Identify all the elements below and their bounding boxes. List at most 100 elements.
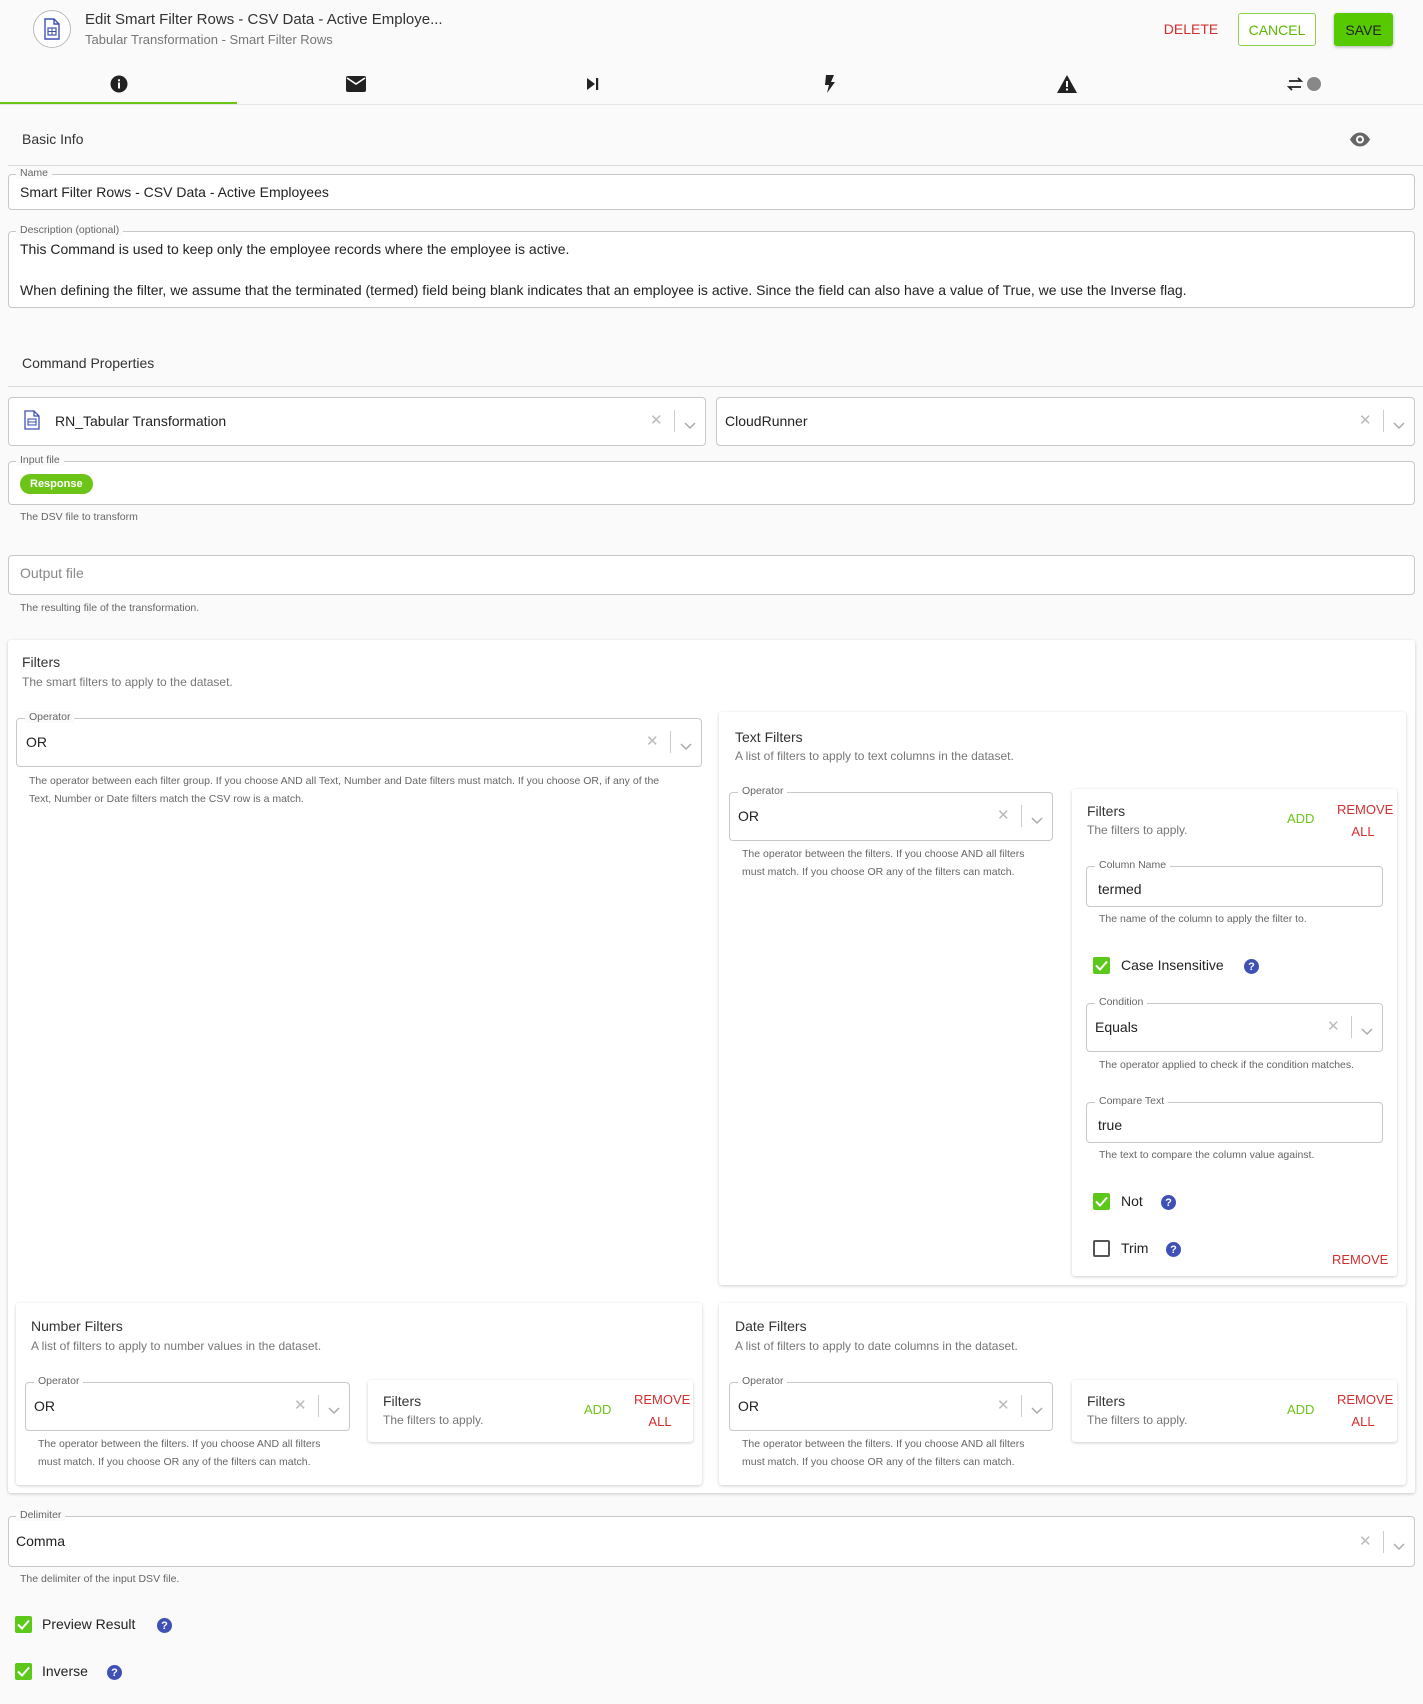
runner-value: CloudRunner xyxy=(725,413,808,429)
preview-result-label: Preview Result xyxy=(42,1616,136,1632)
add-filter-button[interactable]: ADD xyxy=(1287,811,1314,826)
clear-icon[interactable]: ✕ xyxy=(1359,411,1372,429)
chevron-down-icon[interactable] xyxy=(328,1402,340,1420)
operator-helper: The operator between the filters. If you… xyxy=(38,1438,321,1450)
clear-icon[interactable]: ✕ xyxy=(294,1396,307,1414)
operator-label: Operator xyxy=(34,1375,84,1387)
clear-icon[interactable]: ✕ xyxy=(1359,1532,1372,1550)
not-label: Not xyxy=(1121,1193,1143,1209)
operator-helper: must match. If you choose OR any of the … xyxy=(742,1456,1015,1468)
add-filter-button[interactable]: ADD xyxy=(1287,1402,1314,1417)
description-label: Description (optional) xyxy=(16,224,124,236)
chevron-down-icon[interactable] xyxy=(1031,812,1043,830)
filters-operator-select[interactable] xyxy=(16,718,702,767)
select-separator xyxy=(1021,805,1022,827)
remove-all-label: REMOVE xyxy=(1337,802,1394,817)
number-filters-title: Number Filters xyxy=(31,1318,123,1334)
delimiter-select[interactable] xyxy=(8,1516,1415,1567)
delete-button[interactable]: DELETE xyxy=(1160,14,1222,44)
remove-all-button[interactable]: REMOVE ALL xyxy=(1337,799,1394,843)
chevron-down-icon[interactable] xyxy=(1393,417,1405,435)
clear-icon[interactable]: ✕ xyxy=(1327,1017,1340,1035)
inner-filters-subtitle: The filters to apply. xyxy=(1087,1413,1188,1427)
compare-text-field[interactable] xyxy=(1086,1102,1383,1143)
remove-all-label: ALL xyxy=(648,1414,672,1429)
chevron-down-icon[interactable] xyxy=(680,738,692,756)
delimiter-value: Comma xyxy=(16,1533,66,1549)
not-checkbox[interactable] xyxy=(1093,1193,1110,1210)
inner-filters-title: Filters xyxy=(1087,803,1126,819)
clear-icon[interactable]: ✕ xyxy=(997,1396,1010,1414)
help-icon[interactable]: ? xyxy=(1244,959,1259,974)
remove-all-label: REMOVE xyxy=(1337,1392,1394,1407)
chevron-down-icon[interactable] xyxy=(1361,1023,1373,1041)
clear-icon[interactable]: ✕ xyxy=(646,732,659,750)
compare-text-helper: The text to compare the column value aga… xyxy=(1099,1149,1315,1161)
operator-helper: The operator between the filters. If you… xyxy=(742,1438,1025,1450)
input-file-field[interactable] xyxy=(8,461,1415,505)
help-icon[interactable]: ? xyxy=(1166,1242,1181,1257)
remove-all-button[interactable]: REMOVE ALL xyxy=(634,1389,691,1433)
mail-icon xyxy=(345,76,366,92)
add-filter-button[interactable]: ADD xyxy=(584,1402,611,1417)
condition-label: Condition xyxy=(1095,996,1148,1008)
clear-icon[interactable]: ✕ xyxy=(997,806,1010,824)
output-file-field[interactable] xyxy=(8,555,1415,595)
runner-select[interactable] xyxy=(716,397,1415,446)
name-label: Name xyxy=(16,167,53,179)
condition-value: Equals xyxy=(1095,1019,1138,1035)
case-insensitive-label: Case Insensitive xyxy=(1121,957,1224,973)
tab-info[interactable] xyxy=(0,63,237,105)
trim-checkbox[interactable] xyxy=(1093,1240,1110,1257)
operator-helper: Text, Number or Date filters match the C… xyxy=(29,793,304,805)
clear-icon[interactable]: ✕ xyxy=(650,411,663,429)
operator-value: OR xyxy=(738,1398,759,1414)
filters-subtitle: The smart filters to apply to the datase… xyxy=(22,675,233,689)
operator-value: OR xyxy=(738,808,759,824)
remove-all-button[interactable]: REMOVE ALL xyxy=(1337,1389,1394,1433)
tab-repeat[interactable] xyxy=(1185,63,1422,105)
command-type-icon xyxy=(23,410,41,435)
operator-helper: must match. If you choose OR any of the … xyxy=(742,866,1015,878)
visibility-toggle[interactable] xyxy=(1349,132,1371,152)
tab-warnings[interactable] xyxy=(948,63,1185,105)
trim-label: Trim xyxy=(1121,1240,1149,1256)
select-separator xyxy=(318,1395,319,1417)
column-name-helper: The name of the column to apply the filt… xyxy=(1099,913,1307,925)
page-title: Edit Smart Filter Rows - CSV Data - Acti… xyxy=(85,11,443,28)
case-insensitive-checkbox[interactable] xyxy=(1093,957,1110,974)
tab-email[interactable] xyxy=(237,63,474,105)
command-icon xyxy=(33,10,71,48)
repeat-toggle-icon xyxy=(1286,77,1321,91)
compare-text-value: true xyxy=(1098,1117,1123,1133)
select-separator xyxy=(1383,1531,1384,1553)
operator-value: OR xyxy=(26,734,47,750)
save-button[interactable]: SAVE xyxy=(1334,13,1393,46)
basic-info-heading: Basic Info xyxy=(22,131,84,147)
tab-trigger[interactable] xyxy=(711,63,948,105)
help-icon[interactable]: ? xyxy=(107,1665,122,1680)
output-file-helper: The resulting file of the transformation… xyxy=(20,602,200,614)
inverse-label: Inverse xyxy=(42,1663,88,1679)
remove-filter-button[interactable]: REMOVE xyxy=(1332,1252,1388,1267)
chevron-down-icon[interactable] xyxy=(684,417,696,435)
response-chip[interactable]: Response xyxy=(20,474,93,494)
select-separator xyxy=(674,410,675,432)
skip-next-icon xyxy=(586,78,598,90)
preview-result-checkbox[interactable] xyxy=(15,1616,32,1633)
remove-all-label: REMOVE xyxy=(634,1392,691,1407)
number-filters-subtitle: A list of filters to apply to number val… xyxy=(31,1339,322,1353)
text-filters-subtitle: A list of filters to apply to text colum… xyxy=(735,749,1014,763)
chevron-down-icon[interactable] xyxy=(1031,1402,1043,1420)
command-value: RN_Tabular Transformation xyxy=(55,413,227,429)
inner-filters-subtitle: The filters to apply. xyxy=(1087,823,1188,837)
operator-helper: The operator between each filter group. … xyxy=(29,775,660,787)
select-separator xyxy=(1351,1016,1352,1038)
tab-next[interactable] xyxy=(474,63,711,105)
help-icon[interactable]: ? xyxy=(157,1618,172,1633)
cancel-button[interactable]: CANCEL xyxy=(1238,13,1316,46)
help-icon[interactable]: ? xyxy=(1161,1195,1176,1210)
inverse-checkbox[interactable] xyxy=(15,1663,32,1680)
inner-filters-title: Filters xyxy=(1087,1393,1126,1409)
chevron-down-icon[interactable] xyxy=(1393,1538,1405,1556)
